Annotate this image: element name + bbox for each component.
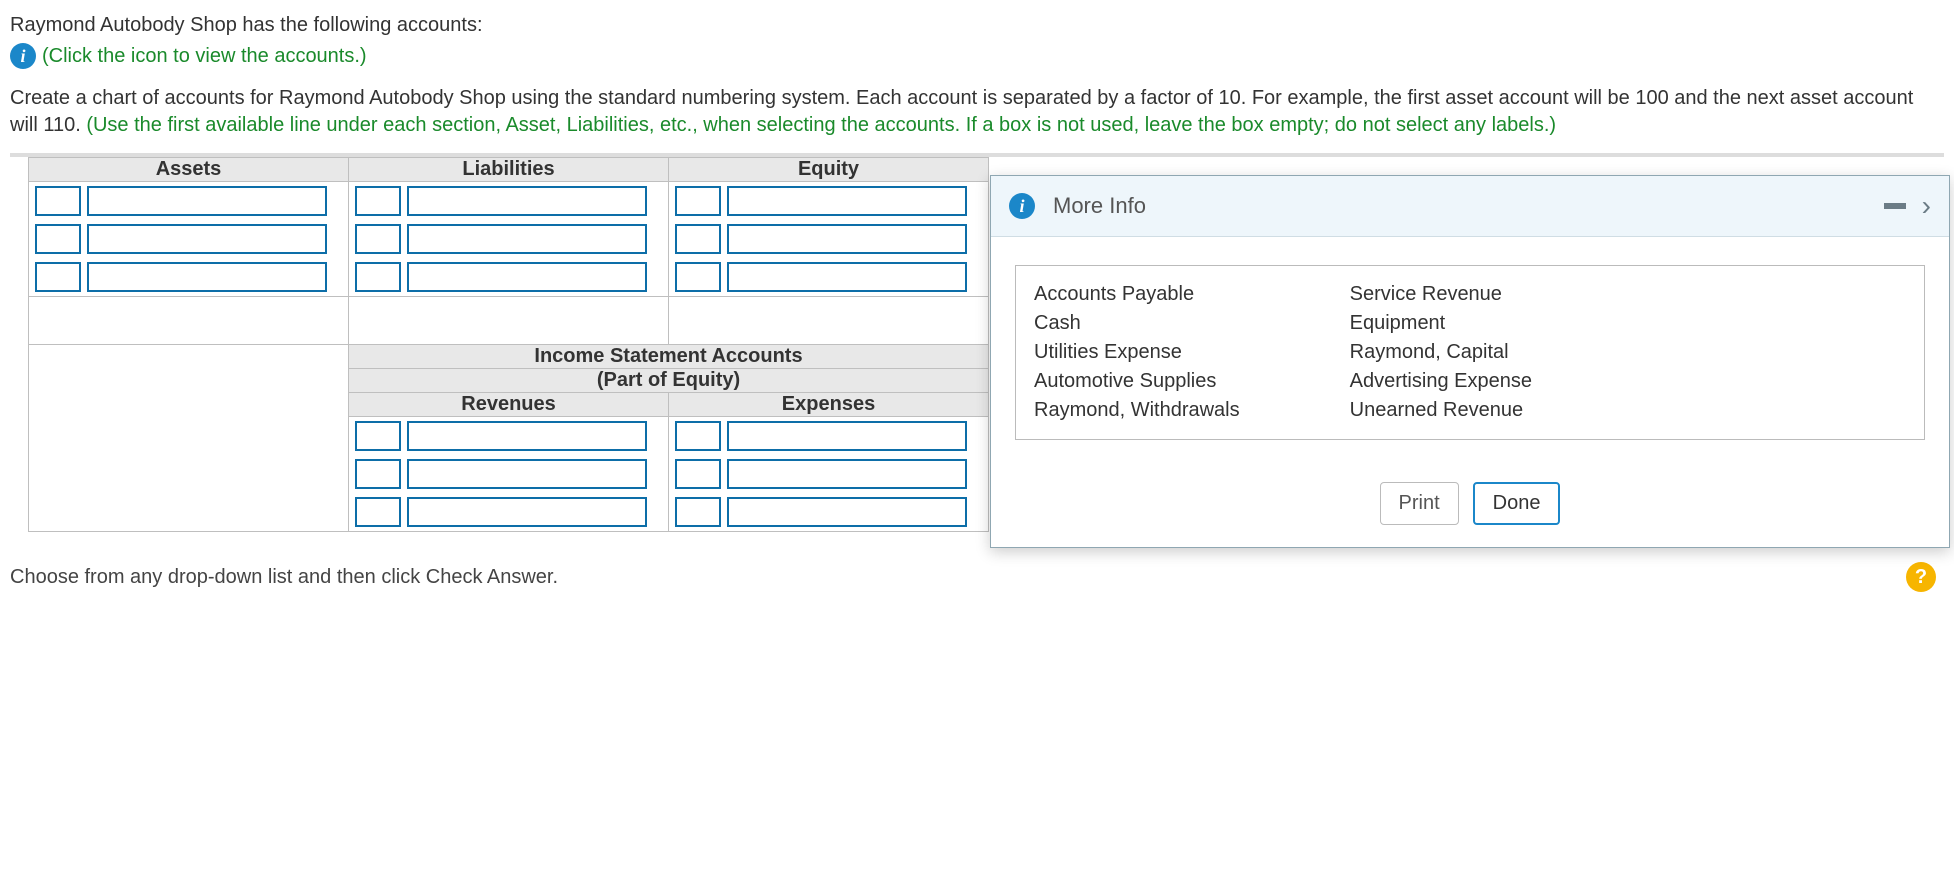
- intro-text-1: Raymond Autobody Shop has the following …: [10, 14, 1944, 37]
- list-item: Equipment: [1350, 309, 1532, 338]
- rev-num-1[interactable]: [355, 421, 401, 451]
- asset-num-3[interactable]: [35, 262, 81, 292]
- exp-num-2[interactable]: [675, 459, 721, 489]
- rev-name-1[interactable]: [407, 421, 647, 451]
- liab-name-1[interactable]: [407, 186, 647, 216]
- list-item: Service Revenue: [1350, 280, 1532, 309]
- asset-num-2[interactable]: [35, 224, 81, 254]
- header-liabilities: Liabilities: [349, 158, 669, 182]
- rev-name-2[interactable]: [407, 459, 647, 489]
- asset-name-3[interactable]: [87, 262, 327, 292]
- print-button[interactable]: Print: [1380, 482, 1459, 525]
- asset-name-1[interactable]: [87, 186, 327, 216]
- list-item: Raymond, Capital: [1350, 338, 1532, 367]
- asset-name-2[interactable]: [87, 224, 327, 254]
- minimize-icon[interactable]: [1884, 203, 1906, 209]
- header-income-sub: (Part of Equity): [349, 369, 989, 393]
- list-item: Raymond, Withdrawals: [1034, 396, 1240, 425]
- header-equity: Equity: [669, 158, 989, 182]
- footer-hint: Choose from any drop-down list and then …: [10, 566, 558, 589]
- chevron-right-icon[interactable]: ›: [1922, 190, 1931, 222]
- exp-name-2[interactable]: [727, 459, 967, 489]
- exp-num-3[interactable]: [675, 497, 721, 527]
- list-item: Advertising Expense: [1350, 367, 1532, 396]
- liab-name-3[interactable]: [407, 262, 647, 292]
- exp-name-1[interactable]: [727, 421, 967, 451]
- equity-name-2[interactable]: [727, 224, 967, 254]
- more-info-body: Accounts Payable Cash Utilities Expense …: [991, 237, 1949, 464]
- liab-num-3[interactable]: [355, 262, 401, 292]
- liab-num-2[interactable]: [355, 224, 401, 254]
- click-hint: (Click the icon to view the accounts.): [42, 45, 367, 68]
- equity-num-2[interactable]: [675, 224, 721, 254]
- work-area: Assets Liabilities Equity: [10, 153, 1944, 532]
- exp-num-1[interactable]: [675, 421, 721, 451]
- list-item: Unearned Revenue: [1350, 396, 1532, 425]
- list-item: Utilities Expense: [1034, 338, 1240, 367]
- liab-name-2[interactable]: [407, 224, 647, 254]
- more-info-dialog: i More Info › Accounts Payable Cash Util…: [990, 175, 1950, 548]
- done-button[interactable]: Done: [1473, 482, 1561, 525]
- list-item: Automotive Supplies: [1034, 367, 1240, 396]
- more-info-header: i More Info ›: [991, 176, 1949, 237]
- exp-name-3[interactable]: [727, 497, 967, 527]
- accounts-list-box: Accounts Payable Cash Utilities Expense …: [1015, 265, 1925, 440]
- rev-num-2[interactable]: [355, 459, 401, 489]
- rev-name-3[interactable]: [407, 497, 647, 527]
- list-item: Accounts Payable: [1034, 280, 1240, 309]
- equity-num-1[interactable]: [675, 186, 721, 216]
- help-icon[interactable]: ?: [1906, 562, 1936, 592]
- list-item: Cash: [1034, 309, 1240, 338]
- more-info-title: More Info: [1053, 193, 1146, 219]
- header-income-statement: Income Statement Accounts: [349, 345, 989, 369]
- equity-name-1[interactable]: [727, 186, 967, 216]
- info-icon-dialog: i: [1009, 193, 1035, 219]
- equity-num-3[interactable]: [675, 262, 721, 292]
- info-icon[interactable]: i: [10, 43, 36, 69]
- rev-num-3[interactable]: [355, 497, 401, 527]
- instructions: Create a chart of accounts for Raymond A…: [10, 85, 1944, 139]
- instructions-note: (Use the first available line under each…: [86, 114, 1556, 136]
- intro-line-2: i (Click the icon to view the accounts.): [10, 43, 1944, 69]
- accounts-col-1: Accounts Payable Cash Utilities Expense …: [1034, 280, 1240, 425]
- equity-name-3[interactable]: [727, 262, 967, 292]
- asset-num-1[interactable]: [35, 186, 81, 216]
- header-revenues: Revenues: [349, 393, 669, 417]
- footer: Choose from any drop-down list and then …: [10, 562, 1944, 592]
- more-info-footer: Print Done: [991, 464, 1949, 547]
- chart-of-accounts-table: Assets Liabilities Equity: [28, 157, 989, 532]
- header-expenses: Expenses: [669, 393, 989, 417]
- liab-num-1[interactable]: [355, 186, 401, 216]
- accounts-col-2: Service Revenue Equipment Raymond, Capit…: [1350, 280, 1532, 425]
- header-assets: Assets: [29, 158, 349, 182]
